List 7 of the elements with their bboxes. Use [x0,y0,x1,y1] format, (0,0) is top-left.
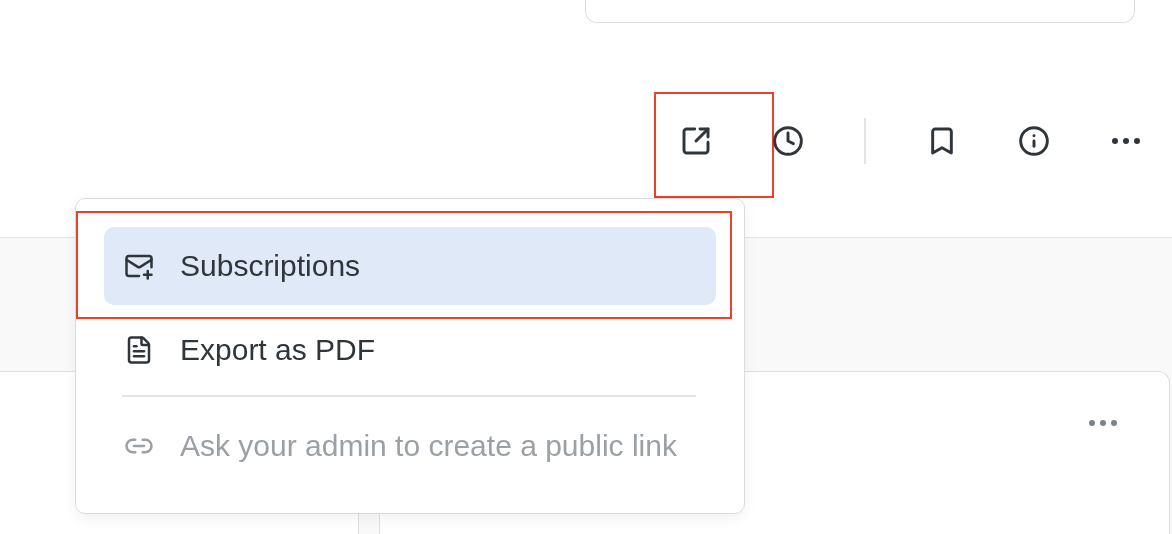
more-icon [1089,420,1117,426]
clock-icon [772,125,804,157]
share-icon [680,125,712,157]
menu-item[interactable]: Subscriptions [104,227,716,305]
more-icon [1112,138,1140,144]
menu-item[interactable]: Export as PDF [104,311,716,389]
info-icon [1018,125,1050,157]
